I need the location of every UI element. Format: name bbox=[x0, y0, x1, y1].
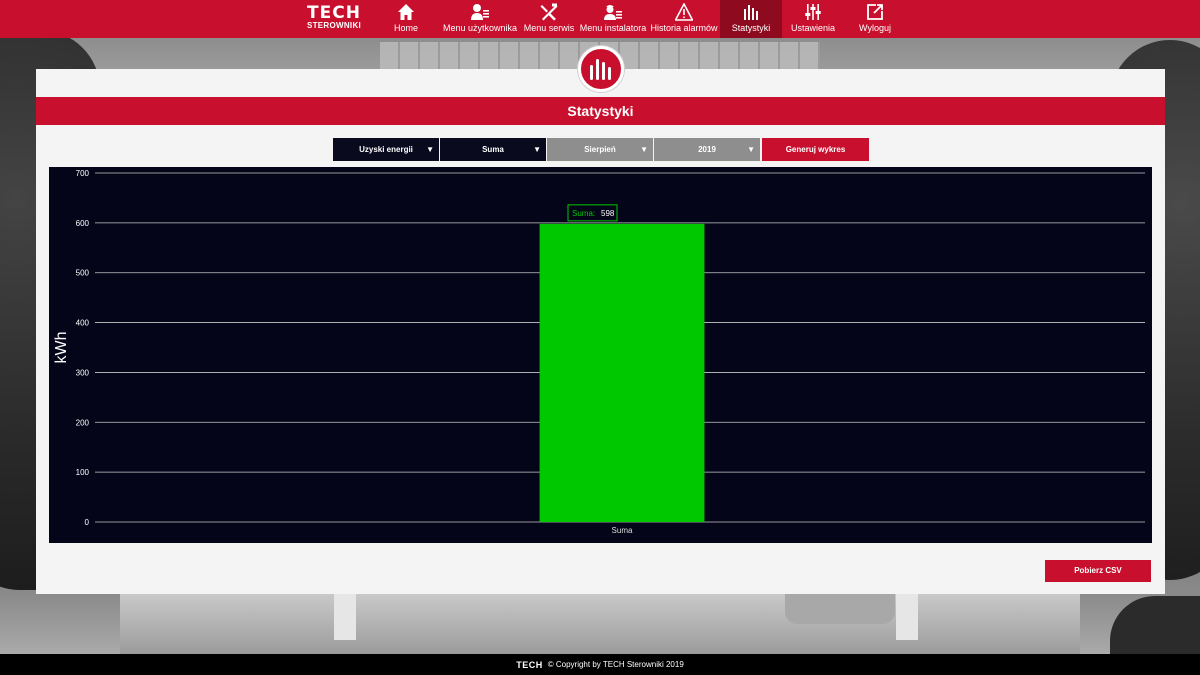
data-type-value: Uzyski energii bbox=[359, 145, 413, 154]
y-tick-label: 100 bbox=[76, 468, 90, 477]
bar-chart-icon bbox=[590, 59, 611, 80]
alarm-warning-icon bbox=[675, 3, 693, 21]
year-value: 2019 bbox=[698, 145, 716, 154]
bar-chart-icon bbox=[744, 5, 758, 20]
dropdown-arrow-icon: ▼ bbox=[640, 145, 648, 154]
aggregation-select[interactable]: Suma ▼ bbox=[440, 138, 546, 161]
dropdown-arrow-icon: ▼ bbox=[533, 145, 541, 154]
nav-settings[interactable]: Ustawienia bbox=[782, 0, 844, 38]
background-pillar bbox=[896, 594, 918, 640]
installer-icon bbox=[604, 5, 622, 20]
dropdown-arrow-icon: ▼ bbox=[747, 145, 755, 154]
month-select[interactable]: Sierpień ▼ bbox=[547, 138, 653, 161]
footer-logo: TECH bbox=[516, 659, 543, 670]
nav-home[interactable]: Home bbox=[384, 0, 428, 38]
y-tick-label: 700 bbox=[76, 169, 90, 178]
energy-chart: 0 100 200 300 400 500 600 700 kWh Suma Suma: 598 bbox=[49, 167, 1152, 543]
y-tick-label: 500 bbox=[76, 269, 90, 278]
chart-bar bbox=[539, 223, 705, 522]
background-bush bbox=[1110, 596, 1200, 654]
nav-logout[interactable]: Wyloguj bbox=[844, 0, 906, 38]
footer-copyright: © Copyright by TECH Sterowniki 2019 bbox=[547, 660, 684, 669]
nav-label: Wyloguj bbox=[859, 23, 891, 33]
download-csv-button[interactable]: Pobierz CSV bbox=[1045, 560, 1151, 582]
data-label-name: Suma: bbox=[572, 209, 595, 218]
nav-installer-menu[interactable]: Menu instalatora bbox=[578, 0, 648, 38]
generate-chart-button[interactable]: Generuj wykres bbox=[762, 138, 869, 161]
home-icon bbox=[398, 4, 414, 20]
user-menu-icon bbox=[471, 4, 489, 20]
aggregation-value: Suma bbox=[482, 145, 504, 154]
nav-label: Historia alarmów bbox=[650, 23, 718, 33]
x-tick-label: Suma bbox=[612, 526, 633, 535]
nav-label: Menu instalatora bbox=[579, 23, 647, 33]
top-navigation-bar: TECH STEROWNIKI Home Menu użytkownika Me… bbox=[0, 0, 1200, 38]
main-menu: Home Menu użytkownika Menu serwis Menu i… bbox=[384, 0, 906, 38]
background-pillar bbox=[334, 594, 356, 640]
nav-label: Menu serwis bbox=[523, 23, 575, 33]
y-tick-label: 600 bbox=[76, 219, 90, 228]
statistics-panel: Statystyki Uzyski energii ▼ Suma ▼ Sierp… bbox=[36, 46, 1165, 594]
nav-label: Statystyki bbox=[731, 23, 771, 33]
brand-logo[interactable]: TECH STEROWNIKI bbox=[304, 3, 364, 31]
y-tick-label: 200 bbox=[76, 418, 90, 427]
page-title: Statystyki bbox=[36, 97, 1165, 125]
chart-filters: Uzyski energii ▼ Suma ▼ Sierpień ▼ 2019 … bbox=[333, 138, 869, 161]
nav-statistics[interactable]: Statystyki bbox=[720, 0, 782, 38]
y-tick-label: 300 bbox=[76, 368, 90, 377]
data-type-select[interactable]: Uzyski energii ▼ bbox=[333, 138, 439, 161]
background-house bbox=[120, 594, 1080, 654]
nav-label: Ustawienia bbox=[790, 23, 836, 33]
footer: TECH © Copyright by TECH Sterowniki 2019 bbox=[0, 654, 1200, 675]
brand-logo-line2: STEROWNIKI bbox=[306, 21, 362, 30]
sliders-icon bbox=[805, 4, 821, 20]
chart-canvas: 0 100 200 300 400 500 600 700 kWh Suma Suma: 598 bbox=[53, 169, 1145, 535]
nav-alarm-history[interactable]: Historia alarmów bbox=[648, 0, 720, 38]
background-tank bbox=[785, 594, 895, 624]
tools-icon bbox=[540, 3, 558, 21]
nav-label: Home bbox=[393, 23, 418, 33]
y-tick-label: 0 bbox=[85, 518, 90, 527]
brand-logo-line1: TECH bbox=[307, 3, 361, 23]
page-badge bbox=[578, 46, 624, 92]
nav-user-menu[interactable]: Menu użytkownika bbox=[440, 0, 520, 38]
y-tick-label: 400 bbox=[76, 319, 90, 328]
month-value: Sierpień bbox=[584, 145, 616, 154]
y-axis-label: kWh bbox=[53, 332, 70, 364]
logout-icon bbox=[867, 4, 883, 20]
data-label-value: 598 bbox=[601, 209, 615, 218]
nav-label: Menu użytkownika bbox=[442, 23, 518, 33]
dropdown-arrow-icon: ▼ bbox=[426, 145, 434, 154]
nav-service-menu[interactable]: Menu serwis bbox=[520, 0, 578, 38]
year-select[interactable]: 2019 ▼ bbox=[654, 138, 760, 161]
